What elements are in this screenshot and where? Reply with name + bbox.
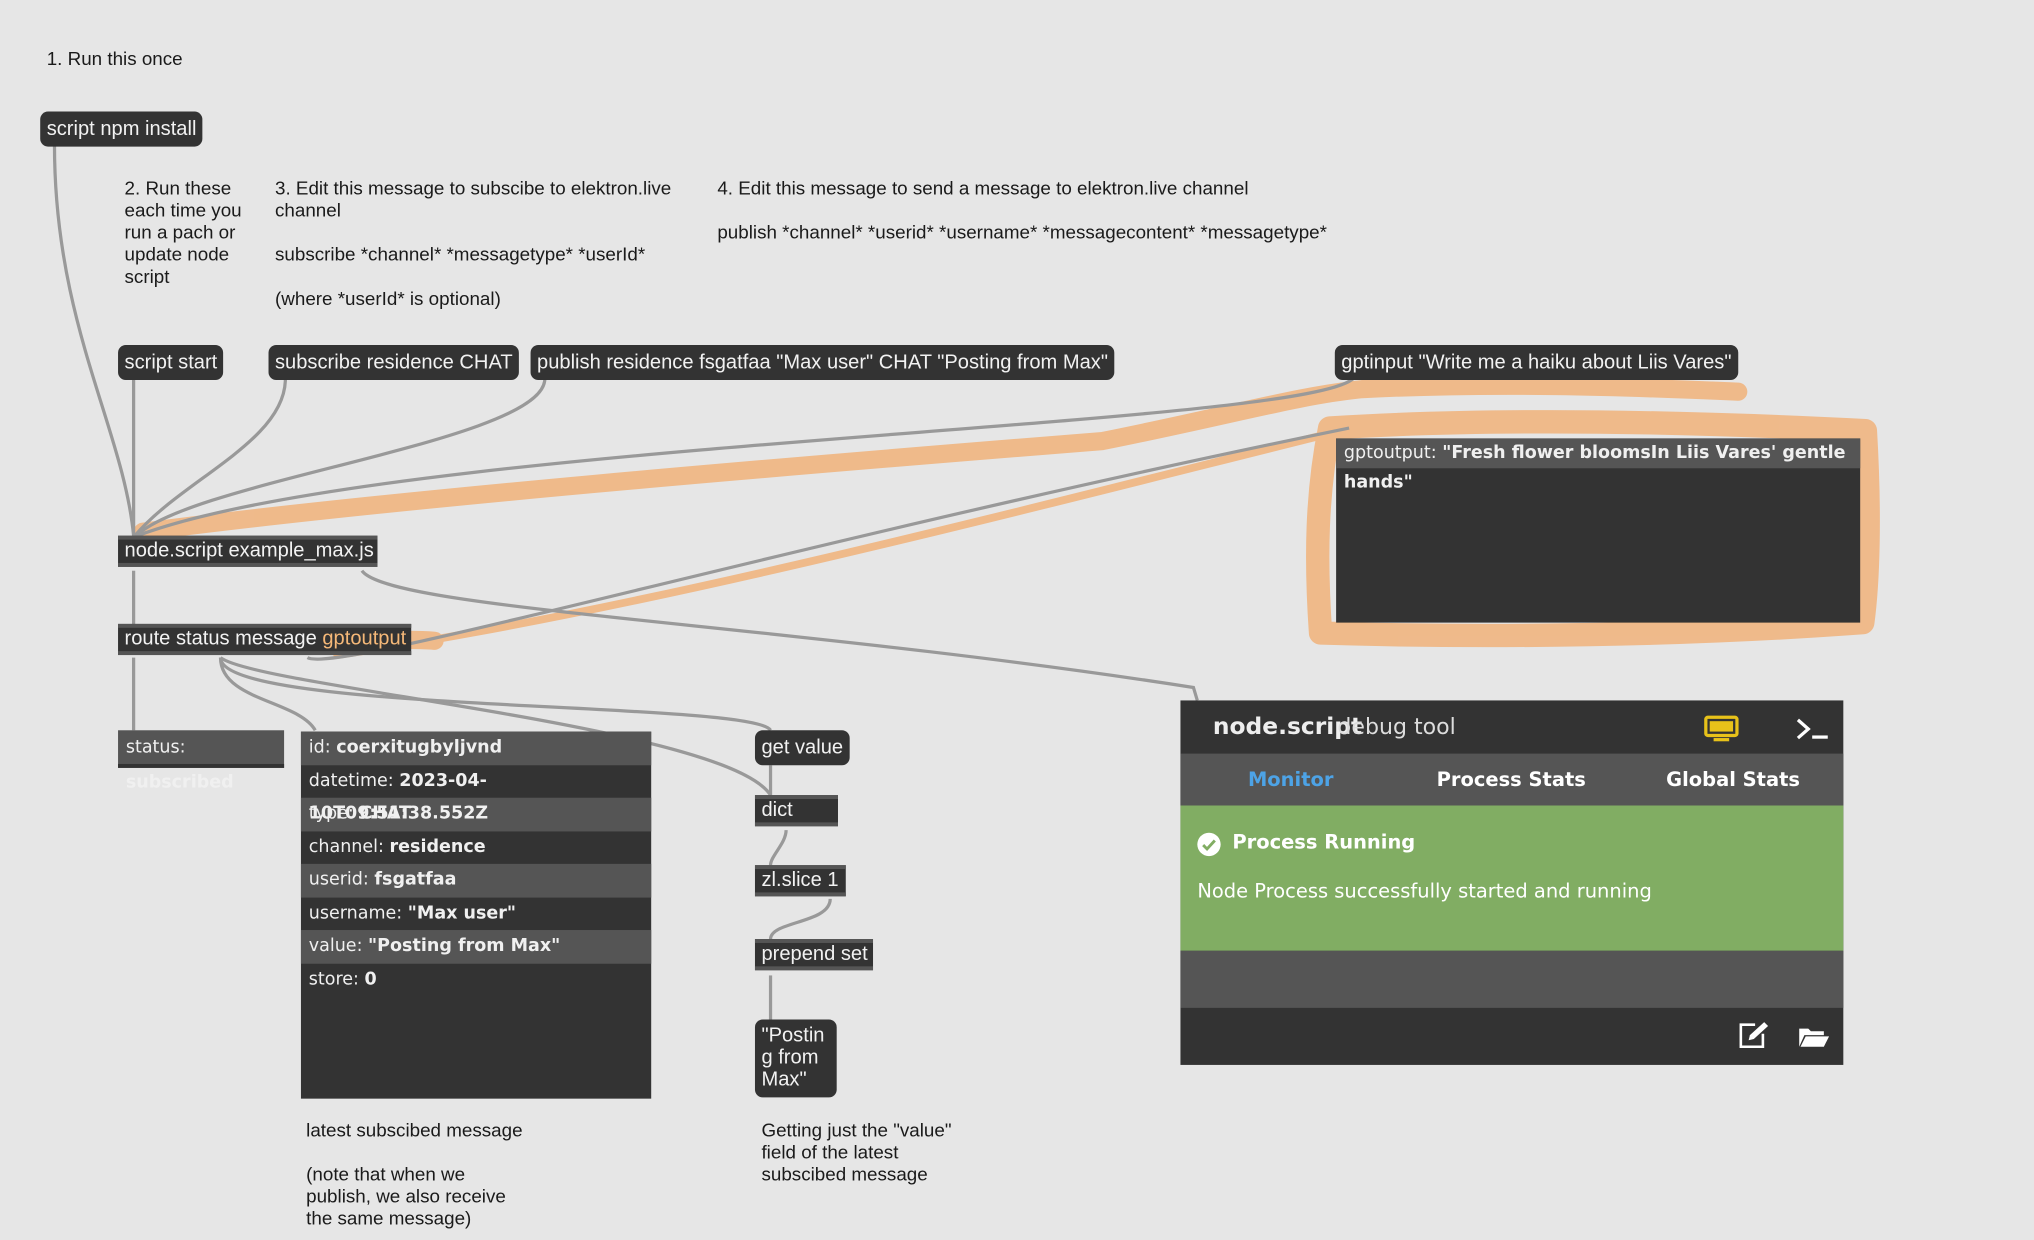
value-display-message[interactable]: "Postin g from Max"	[754, 1019, 837, 1098]
status-value: subscribed	[125, 771, 234, 793]
route-object[interactable]: route status message gptoutput	[118, 623, 412, 656]
dict-row-userid: userid: fsgatfaa	[300, 863, 652, 897]
gptoutput-display: gptoutput: "Fresh flower bloomsIn Liis V…	[1336, 438, 1861, 623]
debug-tool-panel: node.script debug tool Monitor Process S…	[1180, 700, 1844, 1065]
prepend-object[interactable]: prepend set	[754, 939, 874, 971]
comment-step2: 2. Run these each time you run a pach or…	[124, 178, 242, 288]
npm-install-message[interactable]: script npm install	[40, 111, 203, 147]
debug-divider-strip	[1180, 950, 1844, 1008]
dict-row-datetime: datetime: 2023-04-10T09:51:38.552Z	[301, 765, 651, 824]
dict-value: residence	[389, 835, 486, 857]
folder-icon[interactable]	[1797, 1023, 1831, 1049]
dict-value: fsgatfaa	[374, 869, 457, 890]
debug-tabs: Monitor Process Stats Global Stats	[1180, 753, 1844, 806]
dict-key: type:	[308, 802, 354, 824]
dict-key: userid:	[308, 869, 369, 890]
edit-icon[interactable]	[1737, 1020, 1771, 1051]
tab-monitor[interactable]: Monitor	[1180, 754, 1401, 806]
script-start-message[interactable]: script start	[118, 345, 224, 381]
dict-key: channel:	[308, 835, 384, 857]
tab-process-stats[interactable]: Process Stats	[1401, 754, 1622, 806]
node-script-object[interactable]: node.script example_max.js	[118, 535, 378, 567]
process-status-message: Node Process successfully started and ru…	[1197, 879, 1652, 903]
dict-value: coerxitugbyljvnd	[336, 736, 503, 758]
dict-row-store: store: 0	[301, 963, 651, 996]
subscribe-message[interactable]: subscribe residence CHAT	[268, 345, 520, 381]
process-status-title: Process Running	[1232, 830, 1416, 854]
comment-step3: 3. Edit this message to subscibe to elek…	[275, 178, 672, 311]
dict-row-channel: channel: residence	[301, 831, 651, 864]
dict-key: datetime:	[308, 769, 394, 791]
dict-view[interactable]: id: coerxitugbyljvnd datetime: 2023-04-1…	[300, 731, 652, 1099]
dict-value: "Posting from Max"	[368, 935, 561, 956]
gptoutput-key: gptoutput:	[1343, 442, 1437, 464]
dict-key: store:	[308, 968, 359, 990]
gptoutput-header: gptoutput: "Fresh flower bloomsIn Liis V…	[1336, 438, 1861, 493]
zl-slice-object[interactable]: zl.slice 1	[754, 865, 846, 897]
dict-key: value:	[308, 935, 363, 956]
route-object-gptoutput: gptoutput	[322, 627, 407, 650]
process-status-panel: Process Running Node Process successfull…	[1180, 805, 1844, 951]
monitor-icon[interactable]	[1703, 715, 1739, 744]
publish-message[interactable]: publish residence fsgatfaa "Max user" CH…	[530, 345, 1115, 381]
max-patcher-canvas: 1. Run this once 2. Run these each time …	[0, 0, 2034, 1240]
get-value-message[interactable]: get value	[754, 730, 850, 766]
dict-value: 0	[364, 968, 377, 990]
check-circle-icon	[1197, 832, 1221, 857]
dict-row-id: id: coerxitugbyljvnd	[300, 731, 652, 765]
gptinput-message[interactable]: gptinput "Write me a haiku about Liis Va…	[1334, 345, 1738, 381]
status-key: status:	[125, 736, 186, 758]
comment-step4: 4. Edit this message to send a message t…	[717, 178, 1327, 244]
dict-row-value: value: "Posting from Max"	[300, 930, 652, 964]
dict-value: "Max user"	[407, 902, 517, 923]
dict-key: id:	[308, 736, 331, 758]
comment-latest: latest subscibed message (note that when…	[306, 1120, 523, 1230]
dict-row-username: username: "Max user"	[301, 897, 651, 930]
route-object-label: route status message	[124, 627, 317, 650]
dict-key: username:	[308, 902, 403, 923]
comment-getting: Getting just the "value" field of the la…	[761, 1120, 952, 1186]
comment-step1: 1. Run this once	[46, 49, 183, 71]
status-display: status: subscribed	[118, 730, 285, 793]
debug-titlebar: node.script debug tool	[1180, 700, 1843, 753]
terminal-icon[interactable]	[1795, 716, 1831, 742]
dict-object[interactable]: dict	[754, 795, 838, 827]
tab-global-stats[interactable]: Global Stats	[1623, 754, 1844, 806]
dict-value: CHAT	[359, 802, 412, 824]
debug-subtitle: debug tool	[1337, 714, 1456, 741]
